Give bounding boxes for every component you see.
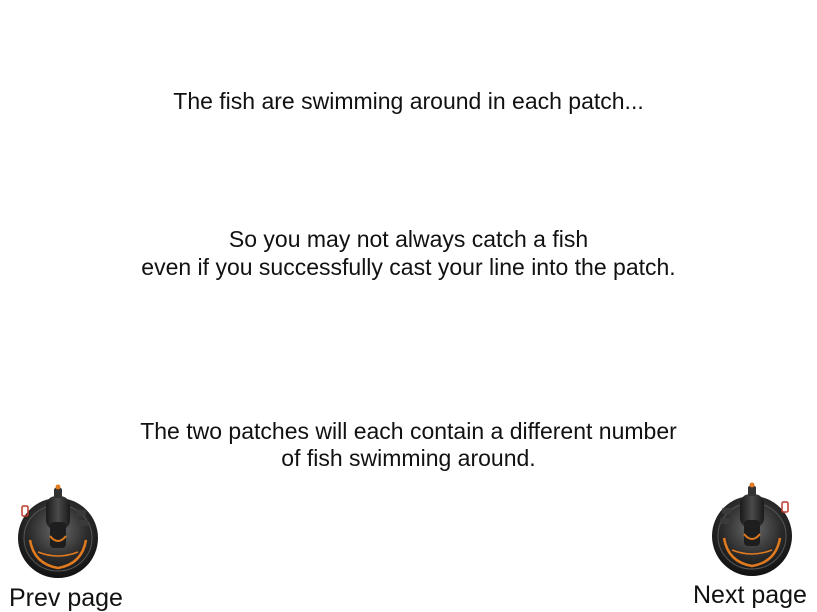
- next-page-button[interactable]: Next page: [690, 480, 812, 609]
- instruction-text-1: The fish are swimming around in each pat…: [173, 88, 644, 114]
- prev-page-label[interactable]: Prev page: [9, 584, 123, 612]
- prev-page-button[interactable]: Prev page: [6, 482, 126, 612]
- instruction-text-2b: even if you successfully cast your line …: [141, 254, 676, 280]
- joystick-icon[interactable]: [710, 480, 794, 578]
- joystick-icon[interactable]: [16, 482, 100, 580]
- instruction-text-2a: So you may not always catch a fish: [228, 226, 589, 252]
- next-page-label[interactable]: Next page: [693, 581, 807, 609]
- instruction-text-3a: The two patches will each contain a diff…: [140, 418, 677, 444]
- instruction-text-3b: of fish swimming around.: [281, 445, 536, 471]
